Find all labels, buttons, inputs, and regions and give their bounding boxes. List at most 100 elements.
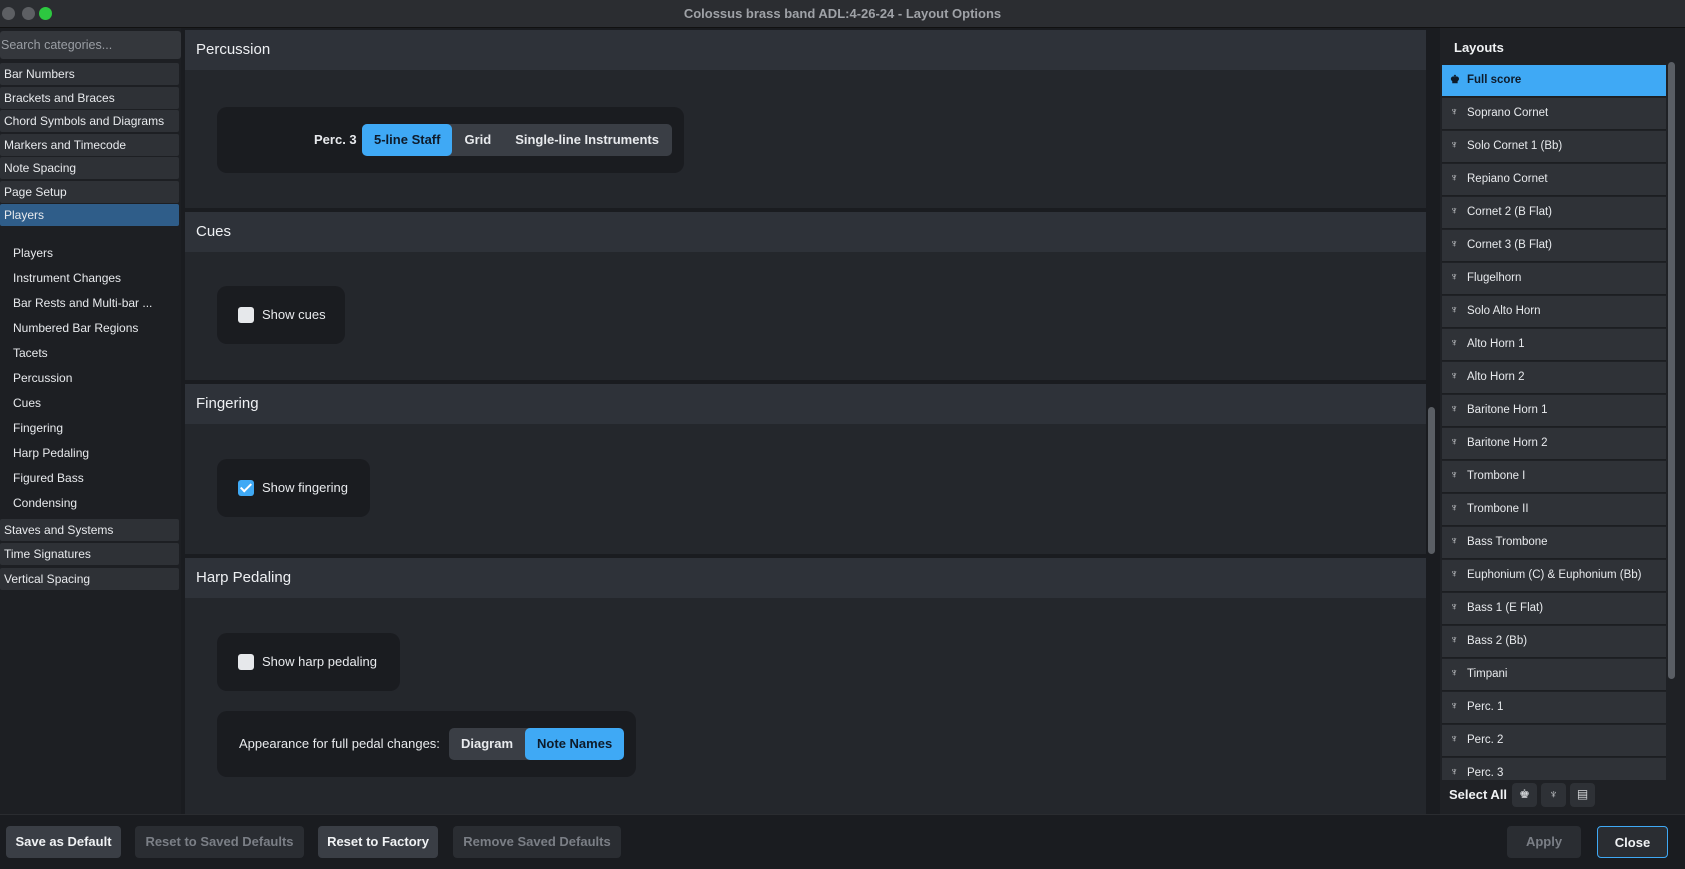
window-title: Colossus brass band ADL:4-26-24 - Layout… bbox=[683, 6, 1002, 21]
options-scrollbar[interactable] bbox=[1428, 407, 1435, 554]
part-icon: ♆ bbox=[1450, 601, 1459, 613]
show-harp-pedaling-label[interactable]: Show harp pedaling bbox=[262, 654, 377, 669]
part-icon: ♆ bbox=[1450, 502, 1459, 514]
fingering-section: Fingering Show fingering bbox=[185, 384, 1426, 554]
subcategory-percussion[interactable]: Percussion bbox=[13, 371, 72, 385]
layout-item[interactable]: ♆ Bass 2 (Bb) bbox=[1442, 626, 1666, 658]
part-icon: ♆ bbox=[1450, 634, 1459, 646]
percussion-card: Perc. 3 5-line Staff Grid Single-line In… bbox=[217, 107, 684, 173]
category-page-setup[interactable]: Page Setup bbox=[0, 181, 179, 203]
harp-pedaling-section: Harp Pedaling Show harp pedaling Appeara… bbox=[185, 558, 1426, 814]
subcategory-harp-pedaling[interactable]: Harp Pedaling bbox=[13, 446, 89, 460]
layout-item[interactable]: ♆ Trombone I bbox=[1442, 461, 1666, 493]
cues-section: Cues Show cues bbox=[185, 212, 1426, 380]
subcategory-players[interactable]: Players bbox=[13, 246, 53, 260]
layout-item[interactable]: ♆ Perc. 2 bbox=[1442, 725, 1666, 757]
layout-item[interactable]: ♆ Solo Alto Horn bbox=[1442, 296, 1666, 328]
category-markers-and-timecode[interactable]: Markers and Timecode bbox=[0, 134, 179, 156]
layouts-heading: Layouts bbox=[1454, 40, 1504, 55]
category-brackets-and-braces[interactable]: Brackets and Braces bbox=[0, 87, 179, 109]
reset-to-saved-defaults-button[interactable]: Reset to Saved Defaults bbox=[135, 826, 304, 858]
show-fingering-label[interactable]: Show fingering bbox=[262, 480, 348, 495]
layout-item[interactable]: ♆ Bass Trombone bbox=[1442, 527, 1666, 559]
part-icon: ♆ bbox=[1450, 766, 1459, 778]
part-icon: ♆ bbox=[1450, 568, 1459, 580]
category-chord-symbols[interactable]: Chord Symbols and Diagrams bbox=[0, 110, 179, 132]
layout-item[interactable]: ♆ Baritone Horn 1 bbox=[1442, 395, 1666, 427]
fingering-heading: Fingering bbox=[185, 384, 1426, 424]
category-note-spacing[interactable]: Note Spacing bbox=[0, 157, 179, 179]
category-staves-and-systems[interactable]: Staves and Systems bbox=[0, 519, 179, 541]
layout-item[interactable]: ♆ Baritone Horn 2 bbox=[1442, 428, 1666, 460]
part-icon[interactable]: ♆ bbox=[1541, 783, 1566, 807]
subcategory-instrument-changes[interactable]: Instrument Changes bbox=[13, 271, 121, 285]
cues-card: Show cues bbox=[217, 286, 345, 344]
category-bar-numbers[interactable]: Bar Numbers bbox=[0, 63, 179, 85]
show-cues-label[interactable]: Show cues bbox=[262, 307, 326, 322]
layout-item[interactable]: ♚ Full score bbox=[1442, 65, 1666, 97]
percussion-section: Percussion Perc. 3 5-line Staff Grid Sin… bbox=[185, 30, 1426, 208]
subcategory-tacets[interactable]: Tacets bbox=[13, 346, 48, 360]
subcategory-condensing[interactable]: Condensing bbox=[13, 496, 77, 510]
layout-item[interactable]: ♆ Euphonium (C) & Euphonium (Bb) bbox=[1442, 560, 1666, 592]
part-icon: ♆ bbox=[1450, 370, 1459, 382]
layout-item[interactable]: ♆ Cornet 2 (B Flat) bbox=[1442, 197, 1666, 229]
cues-heading: Cues bbox=[185, 212, 1426, 252]
close-button[interactable]: Close bbox=[1597, 826, 1668, 858]
layouts-scrollbar[interactable] bbox=[1668, 62, 1675, 679]
single-line-instruments-option[interactable]: Single-line Instruments bbox=[503, 124, 671, 156]
layout-item[interactable]: ♆ Cornet 3 (B Flat) bbox=[1442, 230, 1666, 262]
full-score-icon[interactable]: ♚ bbox=[1512, 783, 1537, 807]
search-categories-input[interactable]: Search categories... bbox=[0, 31, 181, 59]
custom-score-icon[interactable]: ▤ bbox=[1570, 783, 1595, 807]
layout-item[interactable]: ♆ Trombone II bbox=[1442, 494, 1666, 526]
part-icon: ♆ bbox=[1450, 700, 1459, 712]
layout-item[interactable]: ♆ Timpani bbox=[1442, 659, 1666, 691]
subcategory-figured-bass[interactable]: Figured Bass bbox=[13, 471, 84, 485]
apply-button[interactable]: Apply bbox=[1507, 826, 1581, 858]
save-as-default-button[interactable]: Save as Default bbox=[6, 826, 121, 858]
show-harp-pedaling-checkbox[interactable] bbox=[238, 654, 254, 670]
layout-item[interactable]: ♆ Soprano Cornet bbox=[1442, 98, 1666, 130]
part-icon: ♆ bbox=[1450, 667, 1459, 679]
part-icon: ♆ bbox=[1450, 337, 1459, 349]
layouts-panel: Layouts ♚ Full score ♆ Soprano Cornet ♆ Sol… bbox=[1440, 28, 1685, 814]
title-bar: Colossus brass band ADL:4-26-24 - Layout… bbox=[0, 0, 1685, 28]
reset-to-factory-button[interactable]: Reset to Factory bbox=[318, 826, 438, 858]
layout-item[interactable]: ♆ Perc. 1 bbox=[1442, 692, 1666, 724]
show-fingering-checkbox[interactable] bbox=[238, 480, 254, 496]
five-line-staff-option[interactable]: 5-line Staff bbox=[362, 124, 453, 156]
dialog-footer: Save as Default Reset to Saved Defaults … bbox=[0, 814, 1685, 869]
subcategory-bar-rests[interactable]: Bar Rests and Multi-bar ... bbox=[13, 296, 152, 310]
layouts-list: ♚ Full score ♆ Soprano Cornet ♆ Solo Cornet… bbox=[1442, 65, 1666, 808]
percussion-row-label: Perc. 3 bbox=[314, 132, 357, 147]
layout-item[interactable]: ♆ Alto Horn 2 bbox=[1442, 362, 1666, 394]
percussion-heading: Percussion bbox=[185, 30, 1426, 70]
subcategory-fingering[interactable]: Fingering bbox=[13, 421, 63, 435]
layout-item[interactable]: ♆ Bass 1 (E Flat) bbox=[1442, 593, 1666, 625]
subcategory-numbered-bar-regions[interactable]: Numbered Bar Regions bbox=[13, 321, 138, 335]
part-icon: ♆ bbox=[1450, 436, 1459, 448]
category-players[interactable]: Players bbox=[0, 204, 179, 226]
subcategory-cues[interactable]: Cues bbox=[13, 396, 41, 410]
category-sidebar: Search categories... Bar Numbers Bracket… bbox=[0, 28, 181, 814]
layout-item[interactable]: ♆ Alto Horn 1 bbox=[1442, 329, 1666, 361]
remove-saved-defaults-button[interactable]: Remove Saved Defaults bbox=[453, 826, 621, 858]
layout-item[interactable]: ♆ Solo Cornet 1 (Bb) bbox=[1442, 131, 1666, 163]
show-cues-checkbox[interactable] bbox=[238, 307, 254, 323]
note-names-option[interactable]: Note Names bbox=[525, 728, 625, 760]
grid-option[interactable]: Grid bbox=[452, 124, 503, 156]
harp-pedaling-card: Show harp pedaling bbox=[217, 633, 400, 691]
part-icon: ♆ bbox=[1450, 238, 1459, 250]
percussion-staff-type-selector: 5-line Staff Grid Single-line Instrument… bbox=[362, 124, 672, 156]
options-panel: Percussion Perc. 3 5-line Staff Grid Sin… bbox=[185, 28, 1426, 814]
category-time-signatures[interactable]: Time Signatures bbox=[0, 543, 179, 565]
layout-item[interactable]: ♆ Flugelhorn bbox=[1442, 263, 1666, 295]
part-icon: ♆ bbox=[1450, 139, 1459, 151]
diagram-option[interactable]: Diagram bbox=[449, 728, 525, 760]
select-all-button[interactable]: Select All bbox=[1449, 787, 1507, 802]
part-icon: ♆ bbox=[1450, 205, 1459, 217]
layout-item[interactable]: ♆ Repiano Cornet bbox=[1442, 164, 1666, 196]
category-vertical-spacing[interactable]: Vertical Spacing bbox=[0, 568, 179, 590]
harp-pedaling-heading: Harp Pedaling bbox=[185, 558, 1426, 598]
